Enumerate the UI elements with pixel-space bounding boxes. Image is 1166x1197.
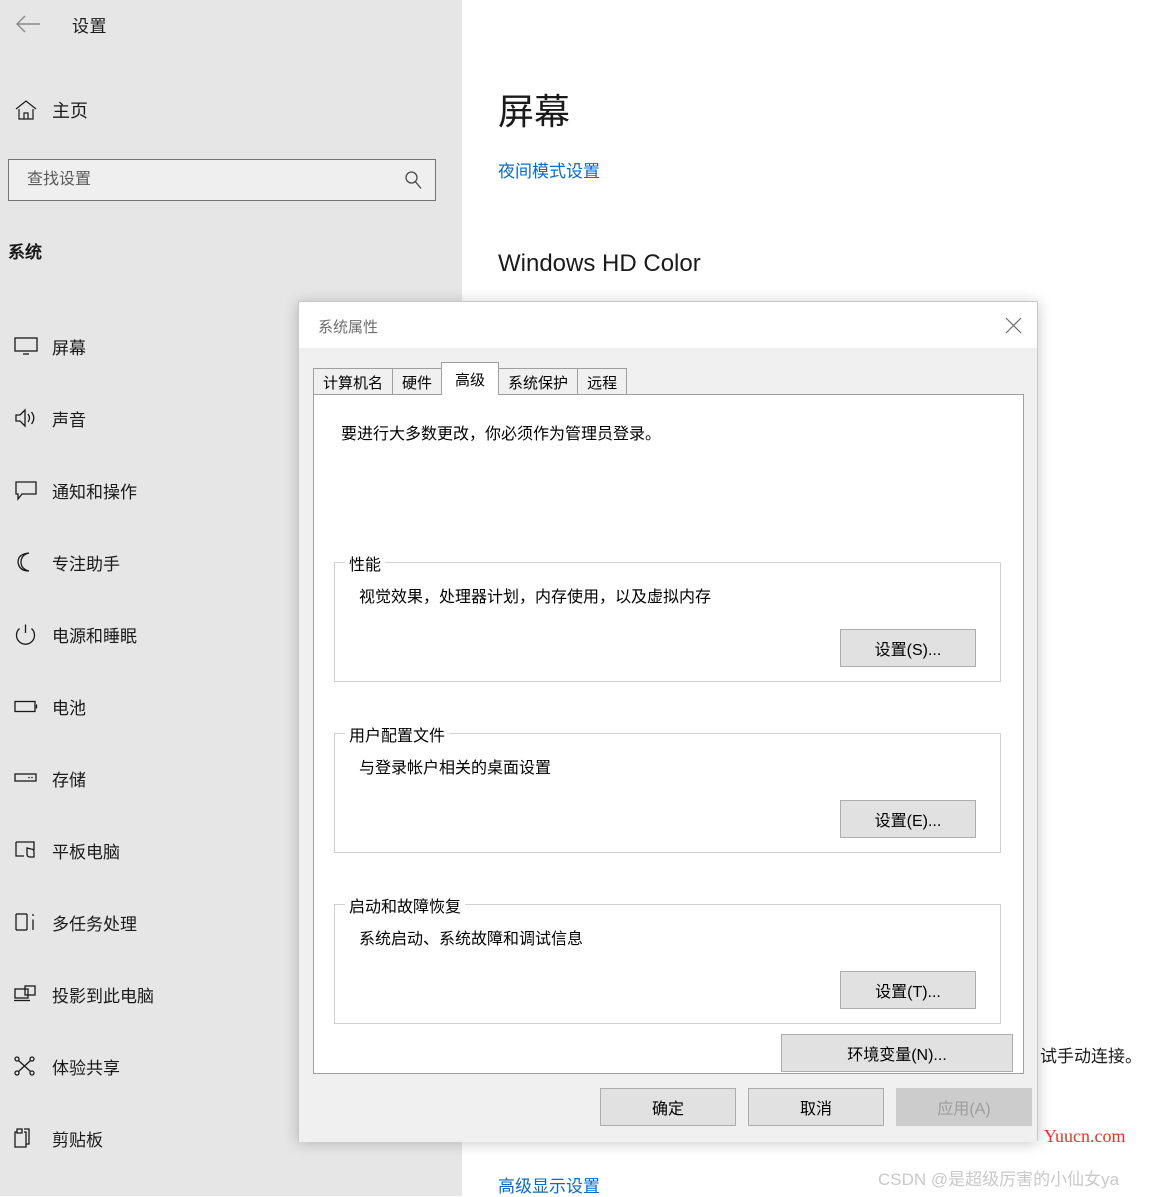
sidebar-item-label: 专注助手	[52, 554, 120, 574]
sidebar-item-label: 屏幕	[52, 338, 86, 358]
page-title: 屏幕	[498, 91, 571, 132]
sidebar-item-label: 投影到此电脑	[52, 986, 154, 1006]
home-icon	[0, 99, 52, 121]
sidebar-item-label: 剪贴板	[52, 1130, 103, 1150]
search-box[interactable]	[8, 159, 436, 201]
night-light-settings-link[interactable]: 夜间模式设置	[498, 157, 600, 182]
watermark-csdn: CSDN @是超级厉害的小仙女ya	[878, 1170, 1120, 1189]
dialog-title: 系统属性	[318, 319, 379, 336]
user-profiles-settings-button[interactable]: 设置(E)...	[840, 800, 976, 838]
tab-advanced[interactable]: 高级	[441, 362, 500, 395]
sidebar-item-home[interactable]: 主页	[0, 88, 462, 132]
obscured-body-text: 试手动连接。	[1040, 1047, 1142, 1066]
sidebar-item-label: 声音	[52, 410, 86, 430]
storage-icon	[0, 767, 52, 789]
back-arrow-icon[interactable]	[8, 6, 48, 42]
ok-button[interactable]: 确定	[600, 1088, 736, 1126]
tab-remote[interactable]: 远程	[577, 368, 628, 395]
dialog-footer: 确定 取消 应用(A)	[299, 1074, 1037, 1142]
sidebar-home-label: 主页	[52, 101, 88, 121]
user-profiles-group-legend: 用户配置文件	[345, 722, 450, 746]
user-profiles-group: 用户配置文件 与登录帐户相关的桌面设置 设置(E)...	[334, 722, 1001, 853]
settings-titlebar: 设置	[0, 0, 462, 48]
sidebar-item-label: 电池	[52, 698, 86, 718]
notification-bubble-icon	[0, 479, 52, 501]
close-icon[interactable]	[989, 302, 1037, 348]
speaker-icon	[0, 407, 52, 429]
clipboard-icon	[0, 1127, 52, 1149]
sidebar-item-label: 多任务处理	[52, 914, 137, 934]
sidebar-section-title: 系统	[8, 243, 42, 262]
tab-panel-advanced: 要进行大多数更改，你必须作为管理员登录。 性能 视觉效果，处理器计划，内存使用，…	[313, 394, 1024, 1074]
environment-variables-button[interactable]: 环境变量(N)...	[781, 1034, 1013, 1072]
dialog-tabs: 计算机名 硬件 高级 系统保护 远程	[313, 362, 628, 395]
tab-system-protection[interactable]: 系统保护	[498, 368, 579, 395]
power-icon	[0, 623, 52, 645]
sidebar-item-label: 体验共享	[52, 1058, 120, 1078]
monitor-icon	[0, 335, 52, 357]
shared-experiences-icon	[0, 1055, 52, 1077]
battery-icon	[0, 695, 52, 717]
tab-computer-name[interactable]: 计算机名	[313, 368, 394, 395]
tab-hardware[interactable]: 硬件	[392, 368, 443, 395]
startup-recovery-group-legend: 启动和故障恢复	[345, 893, 466, 917]
admin-note: 要进行大多数更改，你必须作为管理员登录。	[341, 426, 662, 443]
search-icon[interactable]	[391, 170, 435, 190]
projecting-icon	[0, 983, 52, 1005]
hd-color-heading: Windows HD Color	[498, 250, 701, 277]
advanced-display-settings-link[interactable]: 高级显示设置	[498, 1172, 600, 1197]
user-profiles-group-description: 与登录帐户相关的桌面设置	[359, 760, 552, 777]
moon-icon	[0, 551, 52, 573]
sidebar-item-label: 通知和操作	[52, 482, 137, 502]
performance-group: 性能 视觉效果，处理器计划，内存使用，以及虚拟内存 设置(S)...	[334, 551, 1001, 682]
dialog-body: 计算机名 硬件 高级 系统保护 远程 要进行大多数更改，你必须作为管理员登录。 …	[299, 348, 1037, 1142]
dialog-titlebar: 系统属性	[299, 302, 1037, 348]
cancel-button[interactable]: 取消	[748, 1088, 884, 1126]
multitasking-icon	[0, 911, 52, 933]
startup-recovery-settings-button[interactable]: 设置(T)...	[840, 971, 976, 1009]
sidebar-item-label: 平板电脑	[52, 842, 120, 862]
watermark-yuucn: Yuucn.com	[1044, 1126, 1126, 1146]
sidebar-item-label: 电源和睡眠	[52, 626, 137, 646]
performance-group-legend: 性能	[345, 551, 386, 575]
system-properties-dialog: 系统属性 计算机名 硬件 高级 系统保护 远程 要进行大多数更改，你必须作为管理…	[298, 301, 1038, 1142]
tablet-icon	[0, 839, 52, 861]
search-input[interactable]	[9, 160, 391, 200]
app-title: 设置	[72, 17, 107, 36]
sidebar-item-label: 存储	[52, 770, 86, 790]
performance-settings-button[interactable]: 设置(S)...	[840, 629, 976, 667]
sidebar-item-remote-desktop[interactable]: 远程桌面	[0, 1174, 462, 1196]
performance-group-description: 视觉效果，处理器计划，内存使用，以及虚拟内存	[359, 589, 712, 606]
apply-button: 应用(A)	[896, 1088, 1032, 1126]
startup-recovery-group-description: 系统启动、系统故障和调试信息	[359, 931, 584, 948]
startup-recovery-group: 启动和故障恢复 系统启动、系统故障和调试信息 设置(T)...	[334, 893, 1001, 1024]
